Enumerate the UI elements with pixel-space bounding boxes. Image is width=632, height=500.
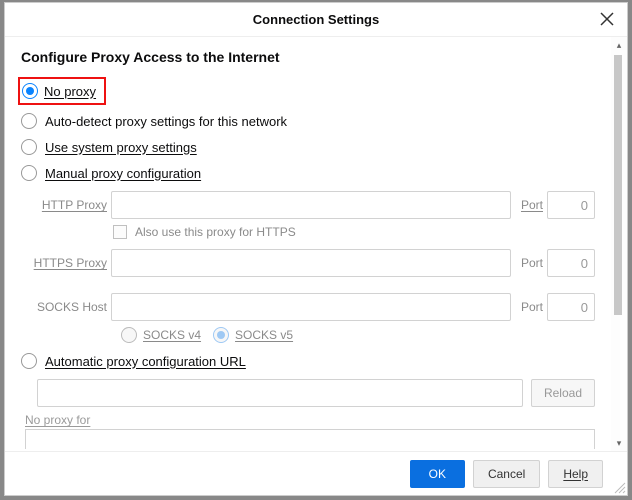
help-button[interactable]: Help [548, 460, 603, 488]
radio-socks-v5[interactable] [213, 327, 229, 343]
http-port-label: Port [515, 198, 543, 212]
manual-proxy-section: HTTP Proxy Port Also use this proxy for … [21, 191, 595, 343]
radio-acu[interactable] [21, 353, 37, 369]
https-port-input[interactable] [547, 249, 595, 277]
socks-v4-option[interactable]: SOCKS v4 [121, 327, 201, 343]
socks-host-row: SOCKS Host Port [21, 293, 595, 321]
reload-button[interactable]: Reload [531, 379, 595, 407]
scroll-area: Configure Proxy Access to the Internet N… [5, 37, 611, 451]
radio-manual-label: Manual proxy configuration [45, 166, 201, 181]
radio-acu-label: Automatic proxy configuration URL [45, 354, 246, 369]
radio-autodetect[interactable] [21, 113, 37, 129]
dialog-footer: OK Cancel Help [5, 451, 627, 495]
radio-manual[interactable] [21, 165, 37, 181]
close-button[interactable] [595, 7, 619, 31]
dialog-title: Connection Settings [253, 12, 379, 27]
socks-host-input[interactable] [111, 293, 511, 321]
cancel-button[interactable]: Cancel [473, 460, 540, 488]
no-proxy-underline: No proxy [44, 84, 96, 99]
radio-autodetect-label: Auto-detect proxy settings for this netw… [45, 114, 287, 129]
radio-no-proxy-label: No proxy [44, 84, 96, 99]
no-proxy-for-label: No proxy for [25, 413, 595, 427]
radio-socks-v5-label: SOCKS v5 [235, 328, 293, 342]
radio-no-proxy[interactable] [22, 83, 38, 99]
radio-system-label: Use system proxy settings [45, 140, 197, 155]
ok-button[interactable]: OK [410, 460, 465, 488]
socks-port-label: Port [515, 300, 543, 314]
also-https-label: Also use this proxy for HTTPS [135, 225, 296, 239]
radio-row-autodetect[interactable]: Auto-detect proxy settings for this netw… [21, 113, 595, 129]
https-proxy-row: HTTPS Proxy Port [21, 249, 595, 277]
scroll-down-button[interactable]: ▾ [611, 435, 627, 451]
radio-row-acu[interactable]: Automatic proxy configuration URL [21, 353, 595, 369]
no-proxy-for-input[interactable] [25, 429, 595, 449]
radio-row-system[interactable]: Use system proxy settings [21, 139, 595, 155]
also-https-checkbox[interactable] [113, 225, 127, 239]
acu-url-row: Reload [37, 379, 595, 407]
connection-settings-dialog: Connection Settings Configure Proxy Acce… [4, 2, 628, 496]
scroll-thumb[interactable] [614, 55, 622, 315]
socks-v5-option[interactable]: SOCKS v5 [213, 327, 293, 343]
no-proxy-highlight: No proxy [18, 77, 106, 105]
section-heading: Configure Proxy Access to the Internet [21, 49, 595, 65]
radio-row-manual[interactable]: Manual proxy configuration [21, 165, 595, 181]
vertical-scrollbar[interactable]: ▴ ▾ [611, 37, 627, 451]
dialog-body: Configure Proxy Access to the Internet N… [5, 37, 627, 451]
radio-system[interactable] [21, 139, 37, 155]
acu-url-input[interactable] [37, 379, 523, 407]
https-port-label: Port [515, 256, 543, 270]
https-proxy-input[interactable] [111, 249, 511, 277]
resize-grip-icon[interactable] [612, 480, 626, 494]
http-port-input[interactable] [547, 191, 595, 219]
socks-version-row: SOCKS v4 SOCKS v5 [121, 327, 595, 343]
socks-port-input[interactable] [547, 293, 595, 321]
scroll-up-button[interactable]: ▴ [611, 37, 627, 53]
radio-socks-v4[interactable] [121, 327, 137, 343]
close-icon [600, 12, 614, 26]
https-proxy-label: HTTPS Proxy [21, 256, 107, 270]
dialog-titlebar: Connection Settings [5, 3, 627, 37]
http-proxy-row: HTTP Proxy Port [21, 191, 595, 219]
http-proxy-label: HTTP Proxy [21, 198, 107, 212]
also-https-row[interactable]: Also use this proxy for HTTPS [113, 225, 595, 239]
socks-host-label: SOCKS Host [21, 300, 107, 314]
radio-socks-v4-label: SOCKS v4 [143, 328, 201, 342]
http-proxy-input[interactable] [111, 191, 511, 219]
